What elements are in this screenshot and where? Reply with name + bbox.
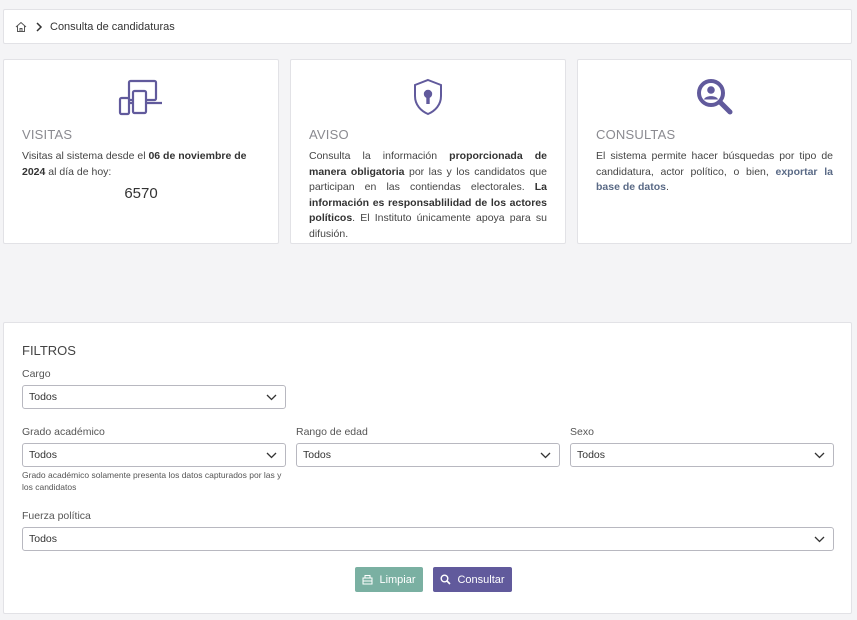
query-label: Consultar	[457, 573, 505, 586]
clear-button[interactable]: Limpiar	[355, 567, 423, 592]
filters-title: FILTROS	[22, 343, 76, 358]
fuerza-select[interactable]: Todos	[22, 527, 834, 551]
search-user-icon	[696, 79, 732, 115]
chevron-down-icon	[814, 536, 825, 543]
home-icon[interactable]	[15, 21, 27, 33]
sexo-label: Sexo	[570, 426, 594, 438]
eraser-icon	[362, 575, 373, 585]
sexo-value: Todos	[577, 449, 606, 461]
breadcrumb-current: Consulta de candidaturas	[50, 20, 175, 33]
grado-label: Grado académico	[22, 426, 105, 438]
notice-text: Consulta la información proporcionada de…	[309, 150, 547, 240]
clear-label: Limpiar	[379, 573, 416, 586]
fuerza-value: Todos	[29, 533, 58, 545]
queries-text: El sistema permite hacer búsquedas por t…	[596, 150, 833, 193]
notice-card: AVISO Consulta la información proporcion…	[290, 59, 566, 244]
notice-title: AVISO	[309, 127, 349, 142]
cargo-value: Todos	[29, 391, 58, 403]
filters-panel: FILTROS Cargo Todos Grado académico Todo…	[3, 322, 852, 614]
breadcrumb: Consulta de candidaturas	[3, 9, 852, 44]
edad-select[interactable]: Todos	[296, 443, 560, 467]
shield-lock-icon	[414, 78, 442, 116]
grado-help-text: Grado académico solamente presenta los d…	[22, 470, 282, 492]
visits-title: VISITAS	[22, 127, 73, 142]
visits-card: VISITAS Visitas al sistema desde el 06 d…	[3, 59, 279, 244]
search-icon	[440, 574, 452, 585]
chevron-down-icon	[814, 452, 825, 459]
queries-title: CONSULTAS	[596, 127, 676, 142]
sexo-select[interactable]: Todos	[570, 443, 834, 467]
grado-value: Todos	[29, 449, 58, 461]
chevron-down-icon	[266, 452, 277, 459]
chevron-down-icon	[266, 394, 277, 401]
edad-label: Rango de edad	[296, 426, 368, 438]
chevron-right-icon	[36, 21, 43, 32]
visits-count: 6570	[124, 185, 158, 202]
cargo-label: Cargo	[22, 368, 51, 380]
grado-select[interactable]: Todos	[22, 443, 286, 467]
devices-icon	[118, 79, 162, 116]
query-button[interactable]: Consultar	[433, 567, 512, 592]
chevron-down-icon	[540, 452, 551, 459]
edad-value: Todos	[303, 449, 332, 461]
queries-card: CONSULTAS El sistema permite hacer búsqu…	[577, 59, 852, 244]
fuerza-label: Fuerza política	[22, 510, 91, 522]
cargo-select[interactable]: Todos	[22, 385, 286, 409]
visits-text: Visitas al sistema desde el 06 de noviem…	[22, 150, 247, 178]
